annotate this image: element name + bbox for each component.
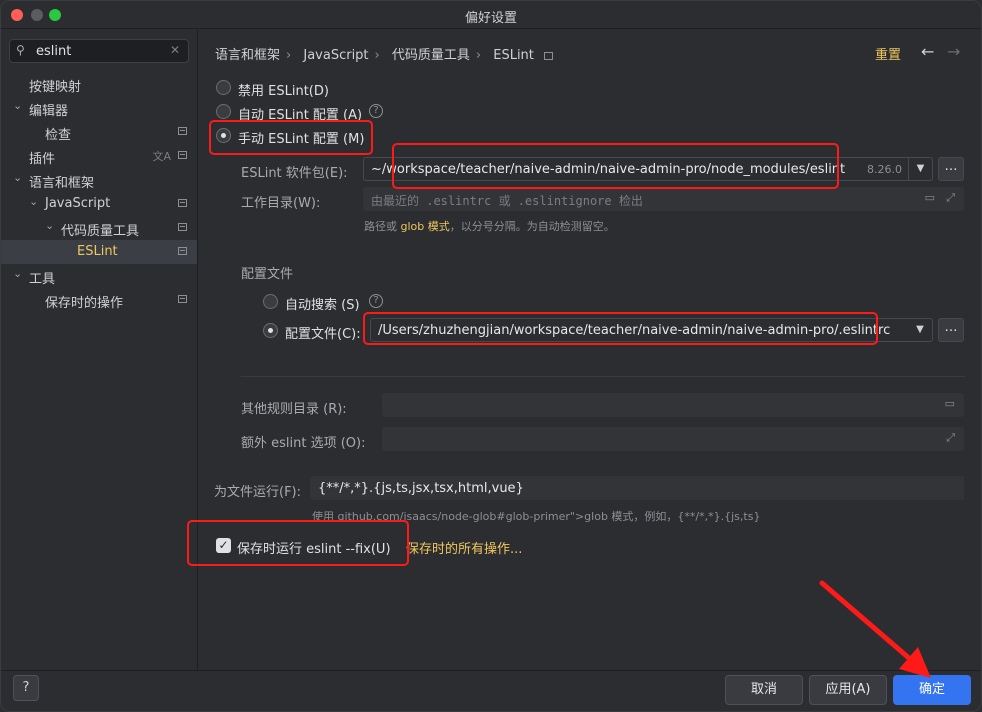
- preferences-window: 偏好设置 ⚲ eslint ✕ 按键映射 ⌄ 编辑器 检查 插件 文A ⌄ 语言和框架 ⌄ Jav…: [0, 0, 982, 712]
- annotation-arrow-icon: [819, 580, 931, 678]
